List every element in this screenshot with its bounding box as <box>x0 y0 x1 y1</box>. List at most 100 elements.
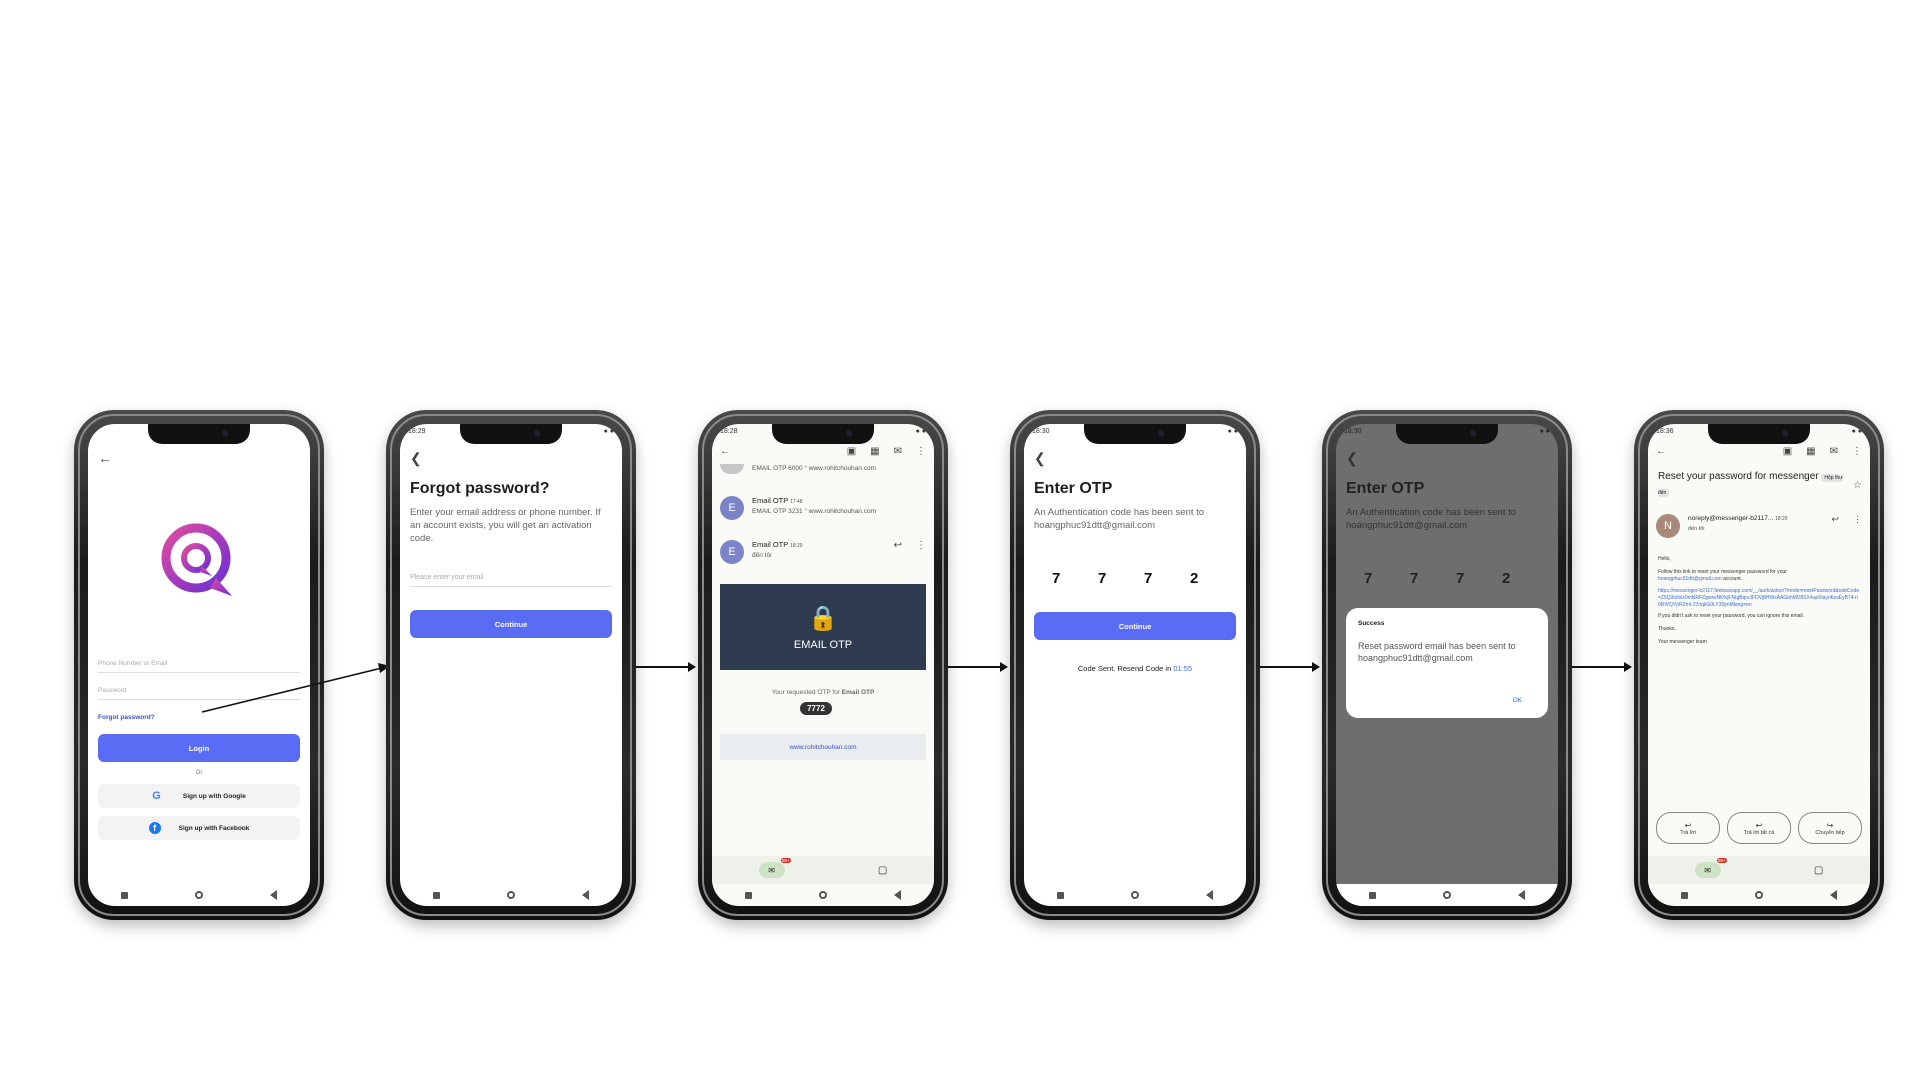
account-email-link[interactable]: hoangphuc91dtt@gmail.com <box>1658 576 1722 582</box>
success-dialog: Success Reset password email has been se… <box>1346 608 1548 718</box>
subject-text: Reset your password for messenger <box>1658 471 1819 482</box>
account-word: account. <box>1723 576 1743 582</box>
home-icon[interactable] <box>194 891 203 899</box>
facebook-signup-button[interactable]: f Sign up with Facebook <box>98 816 300 840</box>
recents-icon[interactable] <box>433 891 441 899</box>
avatar: E <box>720 540 744 564</box>
email-input[interactable]: Please enter your email <box>410 574 612 587</box>
back-nav-icon[interactable] <box>893 890 901 900</box>
mail-tab-icon[interactable]: ✉ 99+ <box>758 858 791 878</box>
continue-button[interactable]: Continue <box>1034 612 1236 640</box>
status-icons: ● ● <box>1851 428 1862 435</box>
more-icon[interactable]: ⋮ <box>916 540 926 551</box>
requested-prefix: Your requested OTP for <box>771 689 840 696</box>
forward-button[interactable]: ↪ Chuyển tiếp <box>1798 812 1862 844</box>
mail-tab-icon[interactable]: ✉ 99+ <box>1694 858 1727 878</box>
login-button[interactable]: Login <box>98 734 300 762</box>
flow-arrow-1 <box>201 663 390 713</box>
dialog-message: Reset password email has been sent to ho… <box>1358 641 1516 663</box>
recents-icon[interactable] <box>121 891 129 899</box>
avatar: N <box>1656 514 1680 538</box>
recents-icon[interactable] <box>1369 891 1377 899</box>
page-description: Enter your email address or phone number… <box>410 507 601 544</box>
otp-digit-2[interactable]: 7 <box>1098 570 1106 587</box>
meet-tab-icon[interactable]: ▢ <box>1814 865 1823 876</box>
back-arrow-icon[interactable]: ← <box>98 450 112 466</box>
reply-all-button[interactable]: ↩ Trả lời tất cả <box>1727 812 1791 844</box>
system-navbar <box>1648 884 1870 906</box>
otp-requested-text: Your requested OTP for Email OTP <box>712 689 934 696</box>
more-icon[interactable]: ⋮ <box>916 446 926 457</box>
home-icon[interactable] <box>1442 891 1451 899</box>
back-arrow-icon[interactable]: ← <box>1656 446 1666 457</box>
dialog-title: Success <box>1358 620 1385 627</box>
recents-icon[interactable] <box>1681 891 1689 899</box>
reply-icon[interactable]: ↩ <box>1831 514 1839 525</box>
reply-label: Trả lời <box>1680 829 1696 836</box>
footer-link-box[interactable]: www.rohitchouhan.com <box>720 734 926 760</box>
mail-icon[interactable]: ✉ <box>894 446 902 457</box>
sender-address: noreply@messenger-b2117... <box>1688 515 1774 522</box>
back-arrow-icon[interactable]: ← <box>720 446 730 457</box>
ok-button[interactable]: OK <box>1513 697 1522 704</box>
reply-button[interactable]: ↩ Trả lời <box>1656 812 1720 844</box>
lock-icon: 🔒 <box>808 604 838 632</box>
star-icon[interactable]: ☆ <box>1853 480 1862 491</box>
more-icon[interactable]: ⋮ <box>1852 446 1862 457</box>
recents-icon[interactable] <box>1057 891 1065 899</box>
phone-notch <box>1396 424 1498 444</box>
delete-icon[interactable]: ▦ <box>870 446 879 457</box>
continue-button[interactable]: Continue <box>410 610 612 638</box>
reply-icon[interactable]: ↩ <box>894 540 902 551</box>
page-description: An Authentication code has been sent to … <box>1034 507 1205 531</box>
google-icon: G <box>152 790 161 802</box>
open-mail-header[interactable]: E Email OTP 18:29 đến tôi ↩ ⋮ <box>720 540 926 564</box>
archive-icon[interactable]: ▣ <box>1783 446 1792 457</box>
mail-recipient[interactable]: đến tôi <box>752 552 772 559</box>
home-icon[interactable] <box>506 891 515 899</box>
back-nav-icon[interactable] <box>581 890 589 900</box>
forgot-screen: 18:29 ● ● ❮ Forgot password? Enter your e… <box>400 424 622 906</box>
reply-actions: ↩ Trả lời ↩ Trả lời tất cả ↪ Chuyển tiếp <box>1656 812 1862 844</box>
back-nav-icon[interactable] <box>1205 890 1213 900</box>
mail-snippet: EMAIL OTP 3231 ° www.rohitchouhan.com <box>752 508 876 515</box>
list-item[interactable]: E Email OTP 17:48 EMAIL OTP 3231 ° www.r… <box>720 496 926 520</box>
home-icon[interactable] <box>1754 891 1763 899</box>
back-nav-icon[interactable] <box>1517 890 1525 900</box>
otp-digit-4[interactable]: 2 <box>1190 570 1198 587</box>
back-chevron-icon[interactable]: ❮ <box>410 450 422 467</box>
otp-code-pill: 7772 <box>800 702 832 715</box>
requested-bold: Email OTP <box>841 689 875 696</box>
back-nav-icon[interactable] <box>269 890 277 900</box>
delete-icon[interactable]: ▦ <box>1806 446 1815 457</box>
recents-icon[interactable] <box>745 891 753 899</box>
reply-icon: ↩ <box>1684 820 1692 830</box>
home-icon[interactable] <box>1130 891 1139 899</box>
more-icon[interactable]: ⋮ <box>1853 514 1862 525</box>
mail-recipient[interactable]: đến tôi <box>1688 526 1705 532</box>
body-line1: Follow this link to reset your messenger… <box>1658 569 1787 575</box>
back-chevron-icon[interactable]: ❮ <box>1034 450 1046 467</box>
enter-otp-screen: 18:30 ● ● ❮ Enter OTP An Authentication c… <box>1024 424 1246 906</box>
forgot-password-link[interactable]: Forgot password? <box>98 714 155 721</box>
otp-digit-3[interactable]: 7 <box>1144 570 1152 587</box>
code-sent-label: Code Sent. Resend Code in <box>1077 664 1172 673</box>
meet-tab-icon[interactable]: ▢ <box>878 865 887 876</box>
sender-header[interactable]: N noreply@messenger-b2117... 18:29 đến t… <box>1656 514 1862 538</box>
body-thanks: Thanks, <box>1658 626 1676 632</box>
otp-digit-1: 7 <box>1364 570 1373 587</box>
page-title: Enter OTP <box>1034 480 1113 497</box>
reset-link[interactable]: https://messenger-b2117.firebaseapp.com/… <box>1658 588 1860 609</box>
home-icon[interactable] <box>818 891 827 899</box>
back-nav-icon[interactable] <box>1829 890 1837 900</box>
unread-badge: 99+ <box>1716 858 1727 863</box>
google-signup-label: Sign up with Google <box>182 792 246 800</box>
google-signup-button[interactable]: G Sign up with Google <box>98 784 300 808</box>
footer-link[interactable]: www.rohitchouhan.com <box>789 744 856 751</box>
otp-digit-1[interactable]: 7 <box>1052 570 1060 587</box>
previous-mail-snippet[interactable]: EMAIL OTP 6000 ° www.rohitchouhan.com <box>720 464 926 474</box>
phone-reset-email: 18:36 ● ● ← ▣ ▦ ✉ ⋮ Reset your password f… <box>1634 410 1884 920</box>
mail-icon[interactable]: ✉ <box>1830 446 1838 457</box>
status-icons: ● ● <box>915 428 926 435</box>
archive-icon[interactable]: ▣ <box>847 446 856 457</box>
